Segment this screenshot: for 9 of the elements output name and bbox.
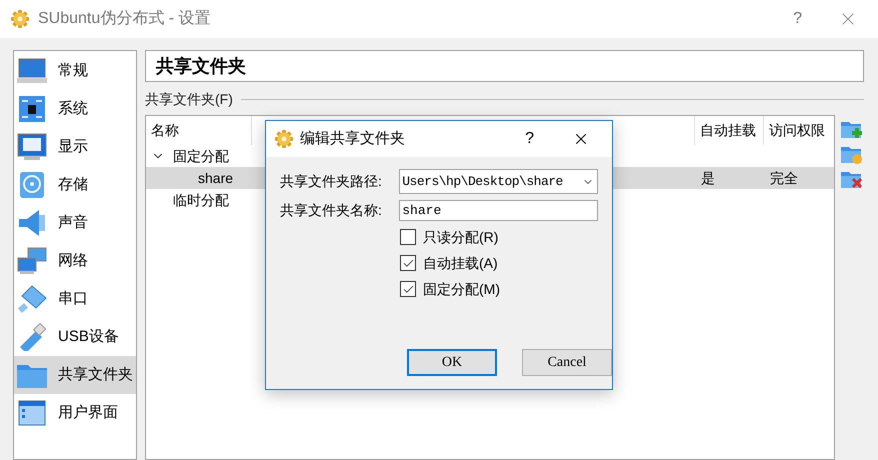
field-label: 共享文件夹路径: <box>280 172 383 191</box>
field-label: 共享文件夹名称: <box>280 201 383 220</box>
table-cell-text: 是 <box>700 168 716 188</box>
window-title: SUbuntu伪分布式 - 设置 <box>38 8 210 29</box>
table-cell-text: 完全 <box>769 168 798 188</box>
table-cell-text: share <box>197 168 234 188</box>
group-label: 共享文件夹(F) <box>145 90 233 109</box>
page-header: 共享文件夹 <box>145 50 864 82</box>
dialog-title: 编辑共享文件夹 <box>300 128 405 149</box>
